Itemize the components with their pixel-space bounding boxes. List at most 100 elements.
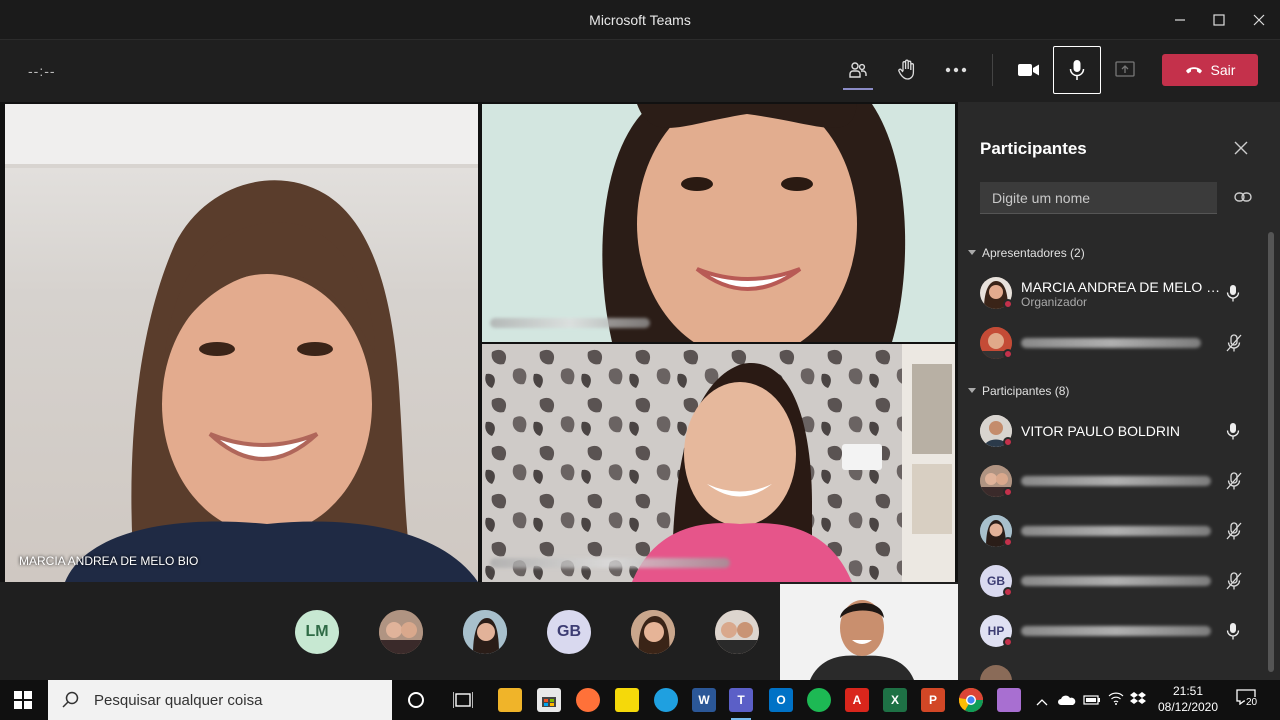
- cortana-button[interactable]: [404, 688, 428, 712]
- participant-avatar-photo[interactable]: [631, 610, 675, 654]
- dropbox-icon[interactable]: [1130, 691, 1146, 710]
- show-participants-button[interactable]: [835, 50, 881, 90]
- excel-icon[interactable]: X: [883, 688, 907, 712]
- camera-icon: [1018, 64, 1039, 76]
- avatar-initials: LM: [305, 623, 329, 640]
- raise-hand-icon: [898, 59, 915, 80]
- video-tile-bottom-right[interactable]: [482, 344, 955, 582]
- file-explorer-icon[interactable]: [498, 688, 522, 712]
- taskbar-clock[interactable]: 21:51 08/12/2020: [1150, 683, 1226, 715]
- blurred-name: [1021, 526, 1211, 536]
- maximize-button[interactable]: [1205, 8, 1233, 32]
- paint-icon[interactable]: [997, 688, 1021, 712]
- clock-time: 21:51: [1172, 684, 1204, 698]
- overflow-participants-row: LM GB: [0, 582, 960, 680]
- firefox-icon[interactable]: [576, 688, 600, 712]
- share-invite-button[interactable]: [1234, 190, 1252, 208]
- self-video-image: [780, 584, 958, 680]
- task-view-button[interactable]: [451, 688, 475, 712]
- participant-row[interactable]: VITOR PAULO BOLDRIN: [980, 413, 1250, 449]
- blurred-name: [1021, 338, 1201, 348]
- participant-mic-status: [1226, 284, 1240, 307]
- chevron-up-icon: [1036, 699, 1048, 706]
- raise-hand-button[interactable]: [884, 50, 930, 90]
- chrome-icon[interactable]: [959, 688, 983, 712]
- close-window-button[interactable]: [1245, 8, 1273, 32]
- participant-video-image: [482, 344, 955, 582]
- powerpoint-icon[interactable]: P: [921, 688, 945, 712]
- participant-name: MARCIA ANDREA DE MELO B...: [1021, 279, 1221, 295]
- cortana-icon: [408, 692, 424, 708]
- participant-row[interactable]: MARCIA ANDREA DE MELO B... Organizador: [980, 275, 1250, 311]
- participant-avatar-lm[interactable]: LM: [295, 610, 339, 654]
- tray-expand-button[interactable]: [1036, 693, 1048, 711]
- participant-avatar-photo[interactable]: [715, 610, 759, 654]
- onedrive-icon[interactable]: [1058, 693, 1076, 711]
- participant-mic-status: [1226, 572, 1242, 595]
- video-tile-top-right[interactable]: [482, 104, 955, 342]
- meeting-timer: --:--: [28, 63, 56, 79]
- acrobat-icon[interactable]: A: [845, 688, 869, 712]
- microphone-button[interactable]: [1053, 46, 1101, 94]
- participant-name: VITOR PAULO BOLDRIN: [1021, 423, 1180, 439]
- taskbar-search-placeholder: Pesquisar qualquer coisa: [94, 691, 263, 709]
- avatar-photo: [379, 610, 423, 654]
- mic-off-icon: [1226, 522, 1242, 540]
- minimize-button[interactable]: [1166, 8, 1194, 32]
- notification-center-button[interactable]: 20: [1236, 689, 1262, 711]
- participant-avatar-photo[interactable]: [463, 610, 507, 654]
- participant-avatar-gb[interactable]: GB: [547, 610, 591, 654]
- panel-title: Participantes: [980, 139, 1087, 158]
- leave-button[interactable]: Sair: [1162, 54, 1258, 86]
- spotify-icon[interactable]: [807, 688, 831, 712]
- wifi-icon[interactable]: [1108, 691, 1124, 710]
- participant-row[interactable]: GB: [980, 563, 1250, 599]
- avatar-photo: [715, 610, 759, 654]
- avatar-initials: GB: [987, 574, 1005, 588]
- participant-video-image: [482, 104, 955, 342]
- microphone-icon: [1226, 623, 1240, 640]
- edge-icon[interactable]: [654, 688, 678, 712]
- minimize-icon: [1175, 19, 1185, 21]
- participant-search-input[interactable]: [980, 182, 1217, 214]
- store-icon[interactable]: [537, 688, 561, 712]
- attendees-section-header[interactable]: Participantes (8): [968, 384, 1069, 398]
- microphone-icon: [1069, 60, 1085, 80]
- participant-row[interactable]: [980, 325, 1250, 361]
- participant-row[interactable]: [980, 663, 1250, 680]
- panel-scrollbar[interactable]: [1268, 232, 1274, 672]
- more-actions-button[interactable]: [933, 50, 979, 90]
- taskbar-search-box[interactable]: Pesquisar qualquer coisa: [48, 680, 392, 720]
- participant-row[interactable]: HP: [980, 613, 1250, 649]
- camera-button[interactable]: [1006, 50, 1052, 90]
- word-icon[interactable]: W: [692, 688, 716, 712]
- participant-mic-status: [1226, 334, 1242, 357]
- participant-mic-status: [1226, 622, 1240, 645]
- self-video-tile[interactable]: [780, 584, 958, 680]
- video-tile-main[interactable]: MARCIA ANDREA DE MELO BIO: [5, 104, 478, 582]
- battery-icon[interactable]: [1083, 693, 1101, 711]
- avatar: [980, 665, 1012, 680]
- participant-avatar-photo[interactable]: [379, 610, 423, 654]
- presenters-section-header[interactable]: Apresentadores (2): [968, 246, 1085, 260]
- mic-off-icon: [1226, 334, 1242, 352]
- participant-row[interactable]: [980, 513, 1250, 549]
- close-panel-button[interactable]: [1234, 141, 1252, 159]
- link-icon: [1234, 192, 1252, 202]
- status-dot: [1003, 637, 1013, 647]
- teams-icon[interactable]: T: [729, 688, 753, 720]
- share-tray-icon: [1115, 61, 1135, 77]
- sticky-notes-icon[interactable]: [615, 688, 639, 712]
- phone-hangup-icon: [1185, 67, 1202, 74]
- status-dot: [1003, 487, 1013, 497]
- participant-role: Organizador: [1021, 295, 1088, 309]
- outlook-icon[interactable]: O: [769, 688, 793, 712]
- clock-date: 08/12/2020: [1157, 700, 1219, 714]
- participant-video-image: [5, 104, 478, 582]
- share-tray-button[interactable]: [1102, 50, 1148, 90]
- chevron-down-icon: [968, 250, 976, 255]
- blurred-name: [490, 318, 650, 328]
- participant-row[interactable]: [980, 463, 1250, 499]
- more-icon: [945, 67, 967, 73]
- start-button[interactable]: [14, 691, 32, 714]
